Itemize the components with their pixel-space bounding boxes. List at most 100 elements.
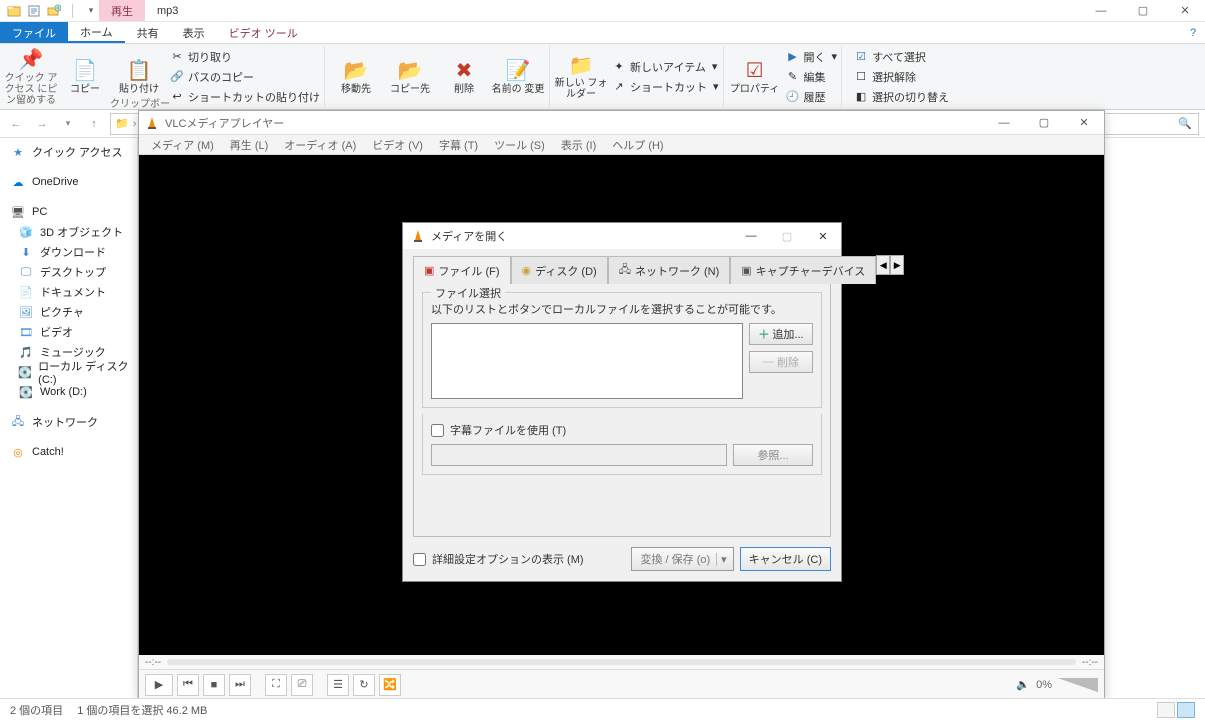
selectall-button[interactable]: ☑すべて選択 [854, 48, 949, 66]
tree-desktop[interactable]: 🖵デスクトップ [0, 262, 137, 282]
tree-pc[interactable]: 🖥PC [0, 202, 137, 222]
rename-button[interactable]: 📝名前の 変更 [491, 46, 545, 106]
nav-tree: ★クイック アクセス ☁OneDrive 🖥PC 🧊3D オブジェクト ⬇ダウン… [0, 138, 138, 698]
dialog-tab-scroll-right[interactable]: ▶ [890, 255, 904, 275]
dialog-tab-file[interactable]: ▣ファイル (F) [413, 256, 511, 284]
minimize-button[interactable]: — [1081, 0, 1121, 22]
edit-button[interactable]: ✎編集 [786, 68, 838, 86]
vlc-menu-tools[interactable]: ツール (S) [488, 137, 551, 153]
tree-videos[interactable]: 🎞ビデオ [0, 322, 137, 342]
newfolder-qat-icon[interactable] [46, 3, 62, 19]
vlc-mute-icon[interactable]: 🔈 [1016, 678, 1030, 691]
dialog-titlebar[interactable]: メディアを開く — ▢ ✕ [403, 223, 841, 249]
add-file-button[interactable]: ＋追加... [749, 323, 813, 345]
vlc-menu-view[interactable]: 表示 (I) [555, 137, 602, 153]
forward-button[interactable]: → [32, 114, 52, 134]
vlc-minimize-button[interactable]: — [984, 111, 1024, 135]
tree-downloads[interactable]: ⬇ダウンロード [0, 242, 137, 262]
tab-view[interactable]: 表示 [171, 22, 217, 43]
vlc-menu-playback[interactable]: 再生 (L) [224, 137, 275, 153]
back-button[interactable]: ← [6, 114, 26, 134]
vlc-seekbar[interactable] [167, 659, 1076, 665]
vlc-close-button[interactable]: ✕ [1064, 111, 1104, 135]
tree-network[interactable]: 🖧ネットワーク [0, 412, 137, 432]
vlc-extended-button[interactable]: ⎚ [291, 674, 313, 696]
browse-subtitle-button[interactable]: 参照... [733, 444, 813, 466]
open-button[interactable]: ▶開く▾ [786, 48, 838, 66]
tab-share[interactable]: 共有 [125, 22, 171, 43]
vlc-fullscreen-button[interactable]: ⛶ [265, 674, 287, 696]
invertselect-button[interactable]: ◧選択の切り替え [854, 88, 949, 106]
dialog-maximize-button[interactable]: ▢ [769, 223, 805, 249]
vlc-play-button[interactable]: ▶ [145, 674, 173, 696]
help-icon[interactable]: ? [1181, 22, 1205, 43]
tree-3dobjects[interactable]: 🧊3D オブジェクト [0, 222, 137, 242]
up-button[interactable]: ↑ [84, 114, 104, 134]
properties-qat-icon[interactable] [26, 3, 42, 19]
recent-dropdown[interactable]: ▾ [58, 114, 78, 134]
tree-documents[interactable]: 📄ドキュメント [0, 282, 137, 302]
qat-dropdown-icon[interactable]: ▾ [83, 3, 99, 19]
tree-cdrive[interactable]: 💽ローカル ディスク (C:) [0, 362, 137, 382]
remove-file-button[interactable]: —削除 [749, 351, 813, 373]
copypath-button[interactable]: 🔗パスのコピー [170, 68, 320, 86]
vlc-menu-help[interactable]: ヘルプ (H) [606, 137, 669, 153]
tree-quickaccess[interactable]: ★クイック アクセス [0, 142, 137, 162]
vlc-shuffle-button[interactable]: 🔀 [379, 674, 401, 696]
vlc-menu-video[interactable]: ビデオ (V) [366, 137, 429, 153]
vlc-menu-media[interactable]: メディア (M) [145, 137, 220, 153]
context-tab-folder[interactable]: mp3 [145, 0, 190, 21]
use-subtitle-label: 字幕ファイルを使用 (T) [450, 422, 566, 438]
cut-button[interactable]: ✂切り取り [170, 48, 320, 66]
dialog-tab-scroll-left[interactable]: ◀ [876, 255, 890, 275]
dialog-title-text: メディアを開く [431, 228, 507, 244]
copyto-button[interactable]: 📂コピー先 [383, 46, 437, 106]
pin-quickaccess-button[interactable]: 📌クイック アクセス にピン留めする [4, 46, 58, 106]
vlc-menu-audio[interactable]: オーディオ (A) [278, 137, 362, 153]
folder-icon[interactable] [6, 3, 22, 19]
tree-onedrive[interactable]: ☁OneDrive [0, 172, 137, 192]
tree-pictures[interactable]: 🖼ピクチャ [0, 302, 137, 322]
vlc-time-elapsed: --:-- [145, 657, 161, 668]
moveto-button[interactable]: 📂移動先 [329, 46, 383, 106]
vlc-loop-button[interactable]: ↻ [353, 674, 375, 696]
dialog-tab-capture[interactable]: ▣キャプチャーデバイス [730, 256, 876, 284]
newfolder-button[interactable]: 📁新しい フォルダー [554, 46, 608, 106]
maximize-button[interactable]: ▢ [1123, 0, 1163, 22]
pasteshortcut-button[interactable]: ↩ショートカットの貼り付け [170, 88, 320, 106]
shortcut-button[interactable]: ↗ショートカット▾ [612, 78, 719, 96]
properties-button[interactable]: ☑プロパティ [728, 46, 782, 106]
dialog-cone-icon [411, 229, 425, 243]
cancel-button[interactable]: キャンセル (C) [740, 547, 831, 571]
close-button[interactable]: ✕ [1165, 0, 1205, 22]
newitem-button[interactable]: ✦新しいアイテム▾ [612, 58, 719, 76]
vlc-prev-button[interactable]: ⏮ [177, 674, 199, 696]
view-details-button[interactable] [1157, 702, 1175, 718]
view-icons-button[interactable] [1177, 702, 1195, 718]
copy-button[interactable]: 📄コピー [58, 46, 112, 106]
vlc-titlebar[interactable]: VLCメディアプレイヤー — ▢ ✕ [139, 111, 1104, 135]
delete-button[interactable]: ✖削除 [437, 46, 491, 106]
selectnone-button[interactable]: ☐選択解除 [854, 68, 949, 86]
convert-save-button[interactable]: 変換 / 保存 (o)▾ [631, 547, 733, 571]
use-subtitle-checkbox[interactable] [431, 424, 444, 437]
vlc-next-button[interactable]: ⏭ [229, 674, 251, 696]
dialog-minimize-button[interactable]: — [733, 223, 769, 249]
vlc-stop-button[interactable]: ■ [203, 674, 225, 696]
tab-file[interactable]: ファイル [0, 22, 68, 43]
tab-videotools[interactable]: ビデオ ツール [217, 22, 310, 43]
dialog-tab-disc[interactable]: ◉ディスク (D) [511, 256, 608, 284]
tree-catch[interactable]: ◎Catch! [0, 442, 137, 462]
history-button[interactable]: 🕘履歴 [786, 88, 838, 106]
vlc-maximize-button[interactable]: ▢ [1024, 111, 1064, 135]
context-tab-play[interactable]: 再生 [99, 0, 145, 21]
vlc-volume-slider[interactable] [1058, 678, 1098, 692]
dialog-tab-network[interactable]: 🖧ネットワーク (N) [608, 256, 731, 284]
vlc-playlist-button[interactable]: ☰ [327, 674, 349, 696]
convert-save-dropdown-icon[interactable]: ▾ [716, 553, 731, 566]
vlc-menu-subtitle[interactable]: 字幕 (T) [433, 137, 484, 153]
tab-home[interactable]: ホーム [68, 22, 125, 43]
dialog-close-button[interactable]: ✕ [805, 223, 841, 249]
file-list[interactable] [431, 323, 743, 399]
advanced-options-checkbox[interactable] [413, 553, 426, 566]
